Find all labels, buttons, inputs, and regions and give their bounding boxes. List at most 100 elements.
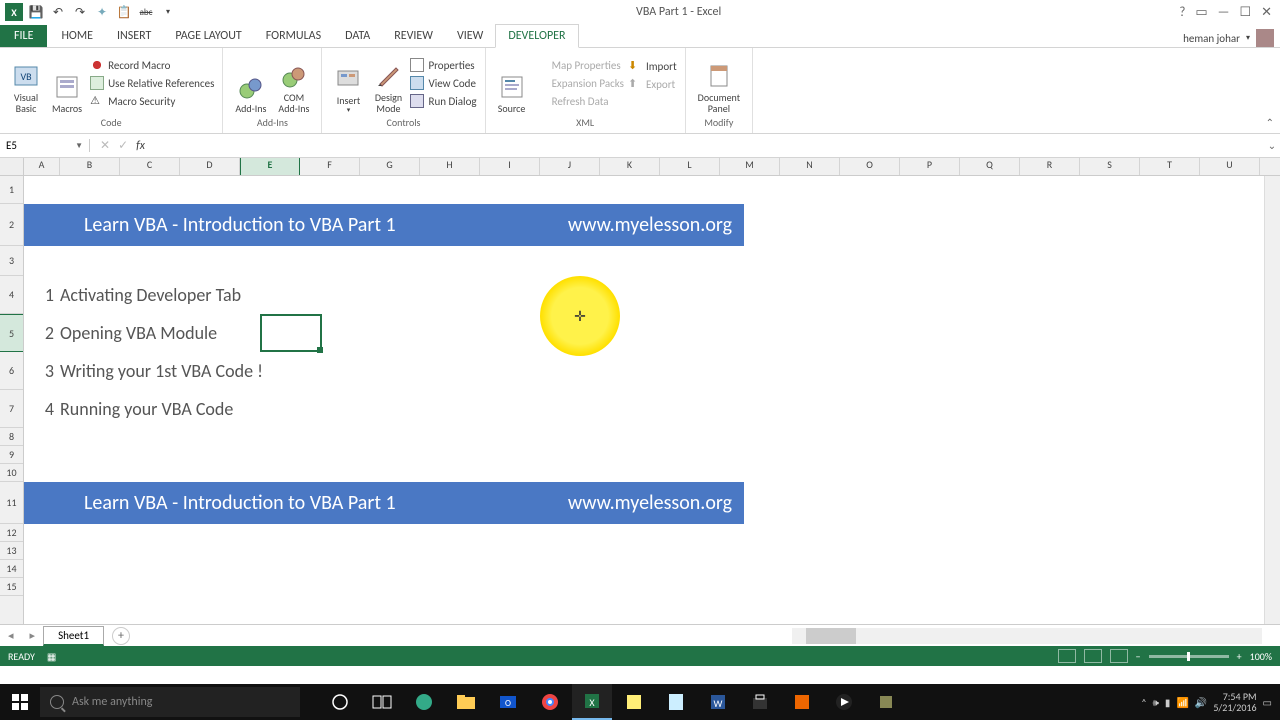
redo-icon[interactable]: ↷ <box>70 2 90 22</box>
run-dialog-button[interactable]: Run Dialog <box>408 93 478 109</box>
qat-customize-icon[interactable]: ▾ <box>158 2 178 22</box>
user-area[interactable]: heman johar ▾ <box>1183 29 1280 47</box>
network-icon[interactable]: 🕪 <box>1153 696 1159 709</box>
column-header[interactable]: C <box>120 158 180 175</box>
tab-view[interactable]: VIEW <box>445 25 495 47</box>
row-header[interactable]: 13 <box>0 542 23 560</box>
notifications-icon[interactable]: ▭ <box>1263 696 1272 709</box>
sheet-tab[interactable]: Sheet1 <box>43 626 104 646</box>
outlook-icon[interactable]: O <box>488 684 528 720</box>
macros-button[interactable]: Macros <box>46 50 88 116</box>
tab-home[interactable]: HOME <box>49 25 105 47</box>
collapse-ribbon-icon[interactable]: ⌃ <box>1266 116 1274 129</box>
help-icon[interactable]: ? <box>1179 5 1185 20</box>
zoom-level[interactable]: 100% <box>1250 650 1272 663</box>
notepad-icon[interactable] <box>656 684 696 720</box>
excel-taskbar-icon[interactable]: X <box>572 684 612 720</box>
normal-view-button[interactable] <box>1058 649 1076 663</box>
qat-icon[interactable]: ✦ <box>92 2 112 22</box>
chrome-icon[interactable] <box>530 684 570 720</box>
column-header[interactable]: H <box>420 158 480 175</box>
qat-icon[interactable]: 📋 <box>114 2 134 22</box>
row-header[interactable]: 11 <box>0 482 23 524</box>
app-icon[interactable] <box>824 684 864 720</box>
qat-icon[interactable]: abc <box>136 2 156 22</box>
start-button[interactable] <box>0 684 40 720</box>
store-icon[interactable] <box>740 684 780 720</box>
wifi-icon[interactable]: 📶 <box>1176 696 1188 709</box>
row-header[interactable]: 6 <box>0 352 23 390</box>
taskview-icon[interactable] <box>362 684 402 720</box>
maximize-icon[interactable]: ☐ <box>1239 5 1251 20</box>
macro-record-status-icon[interactable]: ▦ <box>47 650 56 663</box>
insert-control-button[interactable]: Insert▾ <box>328 50 368 116</box>
word-icon[interactable]: W <box>698 684 738 720</box>
row-header[interactable]: 9 <box>0 446 23 464</box>
row-header[interactable]: 7 <box>0 390 23 428</box>
row-header[interactable]: 3 <box>0 246 23 276</box>
horizontal-scrollbar[interactable] <box>792 628 1262 644</box>
row-header[interactable]: 2 <box>0 204 23 246</box>
column-header[interactable]: G <box>360 158 420 175</box>
pagelayout-view-button[interactable] <box>1084 649 1102 663</box>
sheet-nav-next-icon[interactable]: ▸ <box>22 629 44 642</box>
document-panel-button[interactable]: Document Panel <box>692 50 746 116</box>
column-header[interactable]: I <box>480 158 540 175</box>
tab-insert[interactable]: INSERT <box>105 25 163 47</box>
column-header[interactable]: D <box>180 158 240 175</box>
cortana-icon[interactable] <box>320 684 360 720</box>
tab-pagelayout[interactable]: PAGE LAYOUT <box>163 25 253 47</box>
select-all-button[interactable] <box>0 158 23 176</box>
undo-icon[interactable]: ↶ <box>48 2 68 22</box>
zoom-in-button[interactable]: + <box>1237 650 1242 663</box>
clock[interactable]: 7:54 PM 5/21/2016 <box>1213 691 1256 713</box>
minimize-icon[interactable]: — <box>1218 5 1230 20</box>
com-addins-button[interactable]: COM Add-Ins <box>272 50 315 116</box>
explorer-icon[interactable] <box>446 684 486 720</box>
tab-review[interactable]: REVIEW <box>382 25 445 47</box>
add-sheet-button[interactable]: + <box>112 627 130 645</box>
column-header[interactable]: B <box>60 158 120 175</box>
row-header[interactable]: 1 <box>0 176 23 204</box>
spreadsheet-grid[interactable]: 123456789101112131415 ABCDEFGHIJKLMNOPQR… <box>0 158 1280 624</box>
zoom-out-button[interactable]: − <box>1136 650 1141 663</box>
close-icon[interactable]: ✕ <box>1261 5 1272 20</box>
tab-developer[interactable]: DEVELOPER <box>495 24 578 48</box>
sheet-nav-prev-icon[interactable]: ◂ <box>0 629 22 642</box>
pagebreak-view-button[interactable] <box>1110 649 1128 663</box>
column-header[interactable]: U <box>1200 158 1260 175</box>
column-header[interactable]: N <box>780 158 840 175</box>
row-header[interactable]: 4 <box>0 276 23 314</box>
row-header[interactable]: 8 <box>0 428 23 446</box>
column-header[interactable]: A <box>24 158 60 175</box>
visual-basic-button[interactable]: VB Visual Basic <box>6 50 46 116</box>
column-header[interactable]: Q <box>960 158 1020 175</box>
battery-icon[interactable]: ▮ <box>1165 696 1171 709</box>
tab-formulas[interactable]: FORMULAS <box>254 25 333 47</box>
ribbon-options-icon[interactable]: ▭ <box>1195 5 1207 20</box>
column-header[interactable]: O <box>840 158 900 175</box>
save-icon[interactable]: 💾 <box>26 2 46 22</box>
column-header[interactable]: F <box>300 158 360 175</box>
volume-icon[interactable]: 🔊 <box>1195 696 1207 709</box>
addins-button[interactable]: Add-Ins <box>229 50 272 116</box>
fx-icon[interactable]: fx <box>136 139 145 153</box>
notes-icon[interactable] <box>614 684 654 720</box>
row-header[interactable]: 5 <box>0 314 23 352</box>
namebox-dropdown-icon[interactable]: ▼ <box>75 141 83 151</box>
row-header[interactable]: 15 <box>0 578 23 596</box>
view-code-button[interactable]: View Code <box>408 75 478 91</box>
app-icon[interactable] <box>866 684 906 720</box>
edge-icon[interactable] <box>404 684 444 720</box>
zoom-slider[interactable] <box>1149 655 1229 658</box>
column-header[interactable]: M <box>720 158 780 175</box>
relative-refs-button[interactable]: Use Relative References <box>88 75 216 91</box>
row-header[interactable]: 14 <box>0 560 23 578</box>
tab-file[interactable]: FILE <box>0 25 47 47</box>
column-header[interactable]: L <box>660 158 720 175</box>
column-header[interactable]: E <box>240 158 300 175</box>
tray-up-icon[interactable]: ˄ <box>1141 696 1146 709</box>
row-header[interactable]: 12 <box>0 524 23 542</box>
column-header[interactable]: R <box>1020 158 1080 175</box>
record-macro-button[interactable]: Record Macro <box>88 57 216 73</box>
